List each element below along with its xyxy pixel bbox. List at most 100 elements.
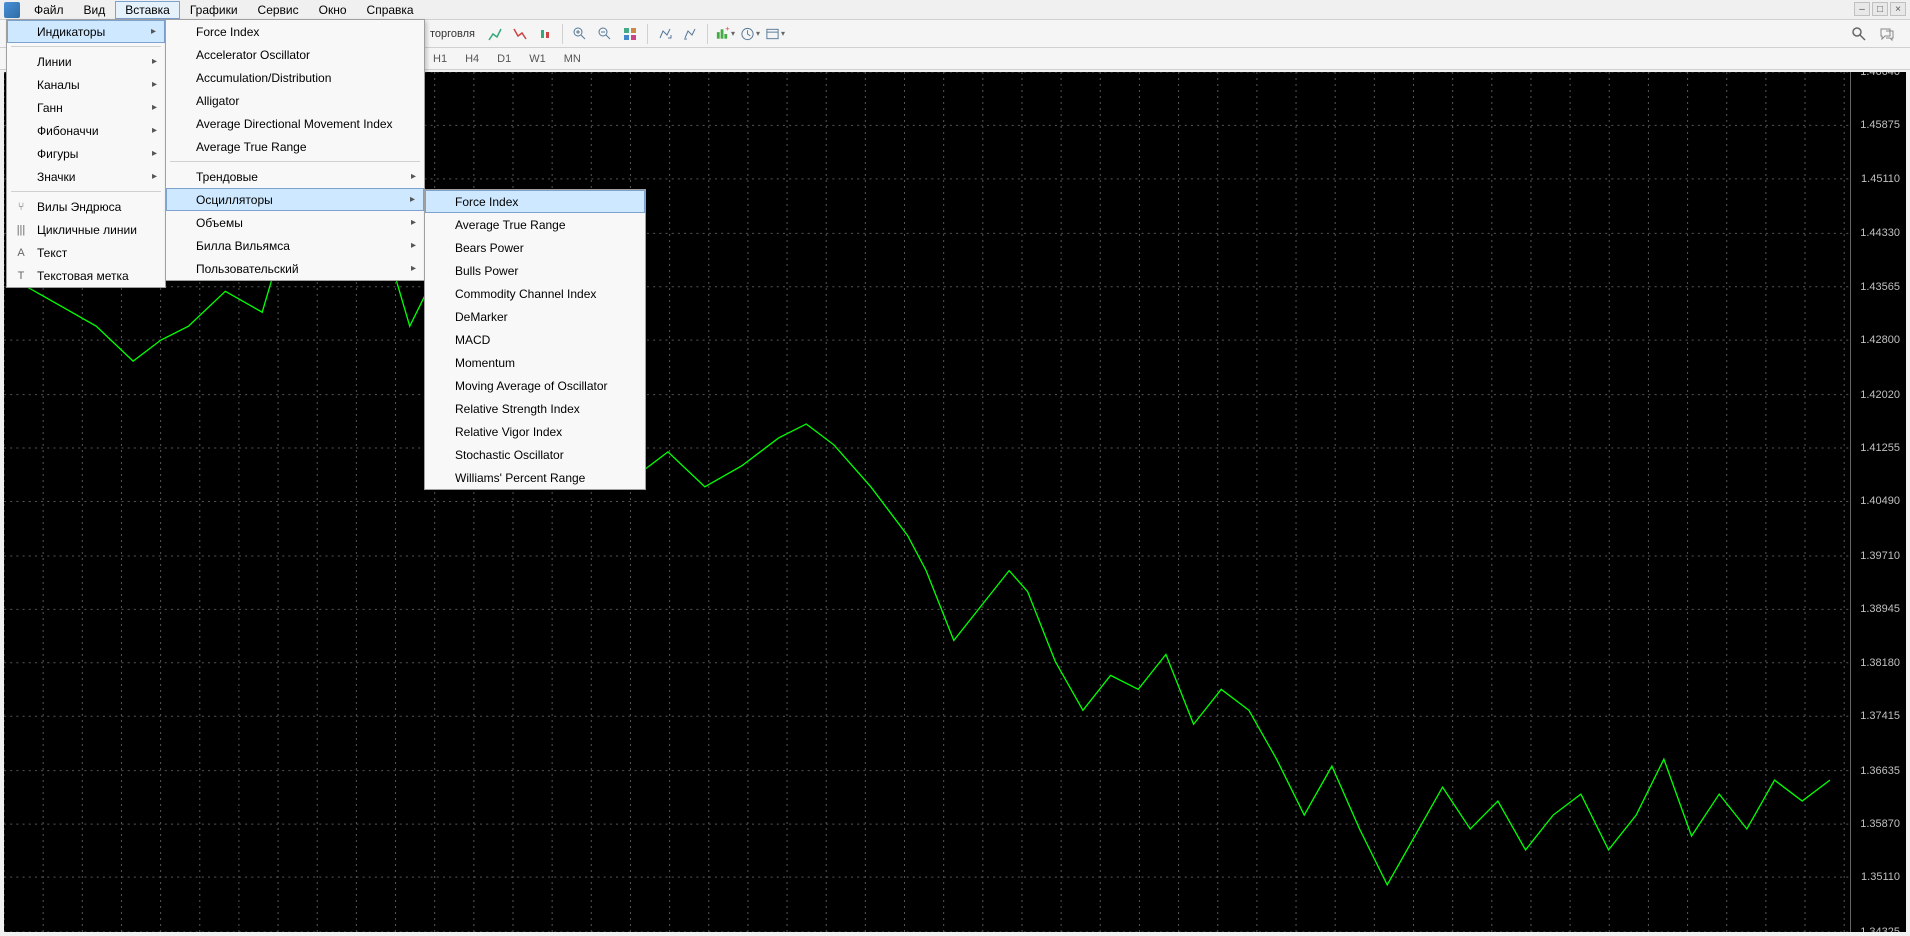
- y-tick-label: 1.42020: [1860, 389, 1900, 401]
- menu-item-label: Commodity Channel Index: [455, 287, 596, 301]
- minimize-button[interactable]: –: [1854, 2, 1870, 16]
- menu-item-label: Relative Strength Index: [455, 402, 580, 416]
- menu-item-label: Average True Range: [455, 218, 566, 232]
- menu-item-DeMarker[interactable]: DeMarker: [425, 305, 645, 328]
- indicators-icon[interactable]: +▾: [714, 23, 736, 45]
- menu-item-Momentum[interactable]: Momentum: [425, 351, 645, 374]
- menu-item-Цикличные-линии[interactable]: |||Цикличные линии: [7, 218, 165, 241]
- menu-item-label: Объемы: [196, 216, 243, 230]
- menu-Графики[interactable]: Графики: [180, 1, 248, 19]
- label-icon: T: [13, 268, 29, 284]
- menu-item-Accelerator-Oscillator[interactable]: Accelerator Oscillator: [166, 43, 424, 66]
- timeframe-D1[interactable]: D1: [488, 50, 520, 68]
- period-icon[interactable]: ▾: [739, 23, 761, 45]
- grid-icon[interactable]: [619, 23, 641, 45]
- menu-item-label: Relative Vigor Index: [455, 425, 562, 439]
- zoom-out-icon[interactable]: [594, 23, 616, 45]
- y-tick-label: 1.43565: [1860, 281, 1900, 293]
- menu-item-Average-True-Range[interactable]: Average True Range: [425, 213, 645, 236]
- separator: [707, 24, 708, 44]
- menu-item-label: Momentum: [455, 356, 515, 370]
- insert-menu: Индикаторы ЛинииКаналыГаннФибоначчиФигуры…: [6, 19, 166, 288]
- menu-item-label: Bears Power: [455, 241, 524, 255]
- menu-item-Фибоначчи[interactable]: Фибоначчи: [7, 119, 165, 142]
- separator: [647, 24, 648, 44]
- menu-item-label: Цикличные линии: [37, 223, 137, 237]
- menu-item-label: Индикаторы: [37, 25, 105, 39]
- shift-icon[interactable]: [679, 23, 701, 45]
- menu-item-Commodity-Channel-Index[interactable]: Commodity Channel Index: [425, 282, 645, 305]
- menu-item-Текстовая-метка[interactable]: TТекстовая метка: [7, 264, 165, 287]
- menu-item-Relative-Vigor-Index[interactable]: Relative Vigor Index: [425, 420, 645, 443]
- timeframe-MN[interactable]: MN: [555, 50, 590, 68]
- chat-icon[interactable]: [1876, 23, 1898, 45]
- menu-item-label: Трендовые: [196, 170, 258, 184]
- menu-item-Alligator[interactable]: Alligator: [166, 89, 424, 112]
- menu-Вставка[interactable]: Вставка: [115, 1, 180, 19]
- close-button[interactable]: ×: [1890, 2, 1906, 16]
- menu-item-Индикаторы[interactable]: Индикаторы: [7, 20, 165, 43]
- y-tick-label: 1.42800: [1860, 334, 1900, 346]
- oscillators-submenu: Force Index Average True Range Bears Power…: [424, 189, 646, 490]
- templates-icon[interactable]: ▾: [764, 23, 786, 45]
- scroll-icon[interactable]: [654, 23, 676, 45]
- tool-chart-down-icon[interactable]: [509, 23, 531, 45]
- y-tick-label: 1.38180: [1860, 657, 1900, 669]
- y-tick-label: 1.34325: [1860, 926, 1900, 932]
- menu-item-Stochastic-Oscillator[interactable]: Stochastic Oscillator: [425, 443, 645, 466]
- menu-item-Каналы[interactable]: Каналы: [7, 73, 165, 96]
- separator: [170, 161, 420, 162]
- maximize-button[interactable]: □: [1872, 2, 1888, 16]
- menu-item-Moving-Average-of-Oscillator[interactable]: Moving Average of Oscillator: [425, 374, 645, 397]
- menu-item-Williams'-Percent-Range[interactable]: Williams' Percent Range: [425, 466, 645, 489]
- menu-item-label: Пользовательский: [196, 262, 299, 276]
- timeframe-H4[interactable]: H4: [456, 50, 488, 68]
- menu-item-Force-Index[interactable]: Force Index: [166, 20, 424, 43]
- tool-chart-up-icon[interactable]: [484, 23, 506, 45]
- menu-item-Bulls-Power[interactable]: Bulls Power: [425, 259, 645, 282]
- menu-Справка[interactable]: Справка: [357, 1, 424, 19]
- menu-Вид[interactable]: Вид: [74, 1, 116, 19]
- window-controls: – □ ×: [1854, 2, 1906, 16]
- search-icon[interactable]: [1848, 23, 1870, 45]
- menu-item-Relative-Strength-Index[interactable]: Relative Strength Index: [425, 397, 645, 420]
- menu-item-label: Alligator: [196, 94, 239, 108]
- tool-candle-icon[interactable]: [534, 23, 556, 45]
- menu-item-label: MACD: [455, 333, 490, 347]
- menu-item-Значки[interactable]: Значки: [7, 165, 165, 188]
- menu-item-Accumulation/Distribution[interactable]: Accumulation/Distribution: [166, 66, 424, 89]
- menu-item-Объемы[interactable]: Объемы: [166, 211, 424, 234]
- menu-item-MACD[interactable]: MACD: [425, 328, 645, 351]
- text-icon: A: [13, 245, 29, 261]
- timeframe-H1[interactable]: H1: [424, 50, 456, 68]
- menu-item-Average-Directional-Movement-Index[interactable]: Average Directional Movement Index: [166, 112, 424, 135]
- zoom-in-icon[interactable]: [569, 23, 591, 45]
- menu-item-label: Accelerator Oscillator: [196, 48, 310, 62]
- menu-item-label: DeMarker: [455, 310, 508, 324]
- y-tick-label: 1.39710: [1860, 550, 1900, 562]
- menu-item-Билла-Вильямса[interactable]: Билла Вильямса: [166, 234, 424, 257]
- menu-item-Bears-Power[interactable]: Bears Power: [425, 236, 645, 259]
- menu-item-Пользовательский[interactable]: Пользовательский: [166, 257, 424, 280]
- toolbar-label: торговля: [430, 28, 475, 40]
- app-icon: [4, 2, 20, 18]
- menu-item-Осцилляторы[interactable]: Осцилляторы: [166, 188, 424, 211]
- y-tick-label: 1.46640: [1860, 72, 1900, 78]
- menu-item-Фигуры[interactable]: Фигуры: [7, 142, 165, 165]
- menu-Файл[interactable]: Файл: [24, 1, 74, 19]
- menu-item-Трендовые[interactable]: Трендовые: [166, 165, 424, 188]
- menu-Окно[interactable]: Окно: [309, 1, 357, 19]
- menu-item-label: Accumulation/Distribution: [196, 71, 331, 85]
- menu-item-label: Average True Range: [196, 140, 307, 154]
- y-tick-label: 1.37415: [1860, 710, 1900, 722]
- menu-item-Force-Index[interactable]: Force Index: [425, 190, 645, 213]
- timeframe-W1[interactable]: W1: [520, 50, 555, 68]
- menu-item-Вилы-Эндрюса[interactable]: ⑂Вилы Эндрюса: [7, 195, 165, 218]
- menu-item-label: Значки: [37, 170, 76, 184]
- menu-item-Текст[interactable]: AТекст: [7, 241, 165, 264]
- menu-Сервис[interactable]: Сервис: [248, 1, 309, 19]
- menu-item-label: Moving Average of Oscillator: [455, 379, 608, 393]
- menu-item-Average-True-Range[interactable]: Average True Range: [166, 135, 424, 158]
- menu-item-Линии[interactable]: Линии: [7, 50, 165, 73]
- menu-item-Ганн[interactable]: Ганн: [7, 96, 165, 119]
